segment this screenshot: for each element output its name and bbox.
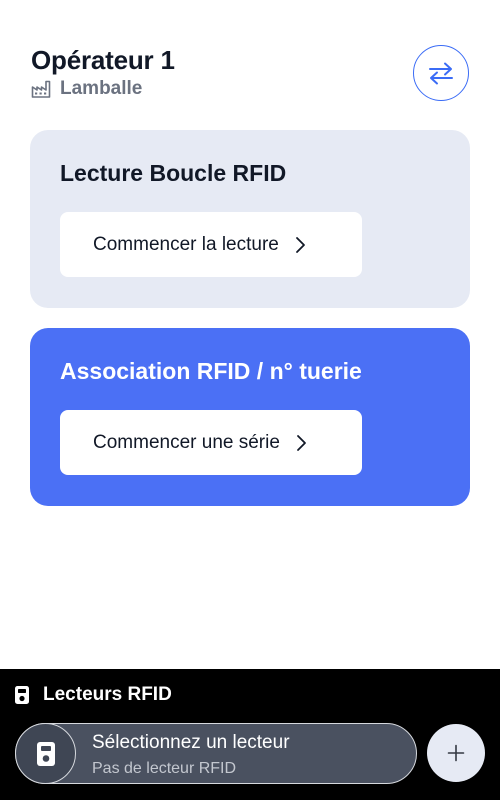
chevron-right-icon (295, 434, 307, 452)
read-loop-title: Lecture Boucle RFID (60, 160, 287, 186)
start-series-label: Commencer une série (93, 431, 280, 453)
header: Opérateur 1 Lamballe (31, 44, 471, 104)
add-reader-button[interactable] (427, 724, 485, 782)
start-reading-label: Commencer la lecture (93, 233, 279, 255)
factory-icon (31, 80, 51, 98)
rfid-reader-icon (14, 685, 30, 705)
site-name: Lamballe (60, 78, 143, 99)
select-reader-button[interactable]: Sélectionnez un lecteur Pas de lecteur R… (15, 723, 417, 784)
readers-header: Lecteurs RFID (14, 684, 172, 706)
start-series-button[interactable]: Commencer une série (60, 410, 362, 475)
readers-title: Lecteurs RFID (43, 684, 172, 705)
association-card: Association RFID / n° tuerie Commencer u… (30, 328, 470, 506)
select-reader-subtitle: Pas de lecteur RFID (92, 760, 237, 777)
select-reader-title: Sélectionnez un lecteur (92, 732, 290, 753)
start-reading-button[interactable]: Commencer la lecture (60, 212, 362, 277)
rfid-reader-icon (36, 741, 55, 766)
operator-title: Opérateur 1 (31, 45, 175, 75)
association-title: Association RFID / n° tuerie (60, 358, 362, 384)
chevron-right-icon (294, 236, 306, 254)
swap-arrows-icon (429, 62, 453, 85)
switch-operator-button[interactable] (413, 45, 469, 101)
read-loop-card: Lecture Boucle RFID Commencer la lecture (30, 130, 470, 308)
reader-avatar (15, 723, 76, 784)
rfid-readers-bar: Lecteurs RFID Sélectionnez un lecteur Pa… (0, 669, 500, 800)
plus-icon (447, 744, 465, 762)
site-row: Lamballe (31, 78, 142, 100)
